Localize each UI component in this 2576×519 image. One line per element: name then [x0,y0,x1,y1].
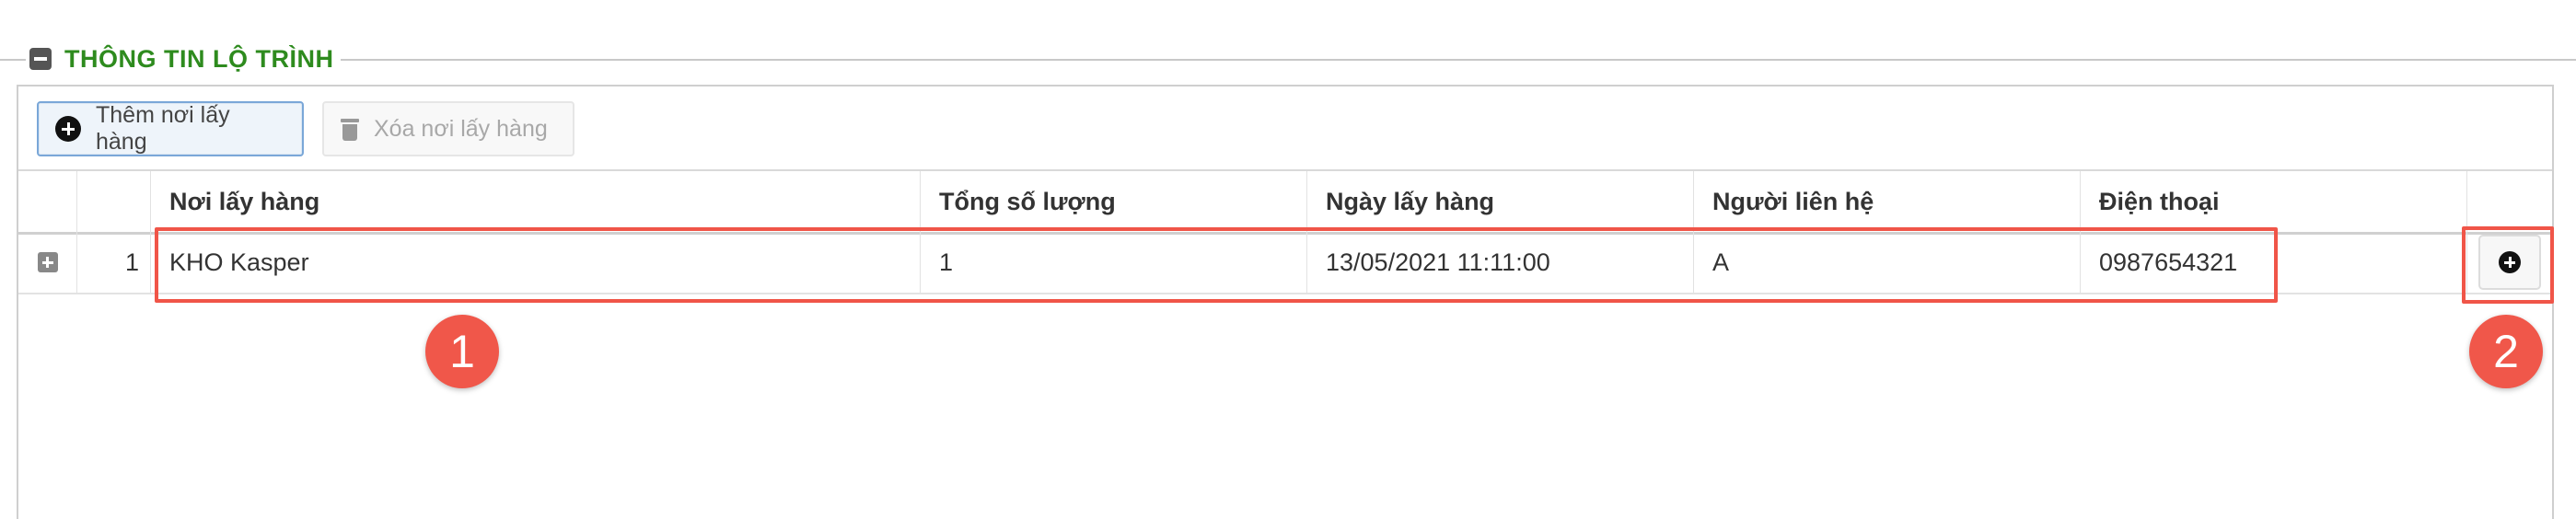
section-title: THÔNG TIN LỘ TRÌNH [64,44,334,73]
header-actions [2467,171,2552,232]
header-contact[interactable]: Người liên hệ [1694,171,2081,232]
header-place[interactable]: Nơi lấy hàng [151,171,921,232]
header-date[interactable]: Ngày lấy hàng [1307,171,1694,232]
delete-pickup-button[interactable]: Xóa nơi lấy hàng [322,101,574,156]
add-pickup-button[interactable]: Thêm nơi lấy hàng [37,101,304,156]
section-legend: THÔNG TIN LỘ TRÌNH [26,39,342,79]
header-row-number [77,171,151,232]
toolbar: Thêm nơi lấy hàng Xóa nơi lấy hàng [37,101,574,156]
grid-header: Nơi lấy hàng Tổng số lượng Ngày lấy hàng… [18,169,2552,235]
annotation-box-1 [155,227,2278,303]
annotation-badge-1: 1 [425,315,499,388]
header-phone[interactable]: Điện thoại [2081,171,2467,232]
annotation-box-2 [2462,226,2554,304]
delete-pickup-label: Xóa nơi lấy hàng [374,115,548,142]
plus-box-icon[interactable] [37,252,58,272]
header-quantity[interactable]: Tổng số lượng [921,171,1307,232]
row-expand-cell [18,232,77,293]
add-pickup-label: Thêm nơi lấy hàng [96,102,230,155]
section-divider [0,59,2576,61]
row-number: 1 [77,232,151,293]
annotation-badge-2: 2 [2469,315,2543,388]
trash-icon [341,117,359,141]
plus-circle-icon [55,116,81,142]
header-expand [18,171,77,232]
minus-box-icon[interactable] [29,48,52,70]
